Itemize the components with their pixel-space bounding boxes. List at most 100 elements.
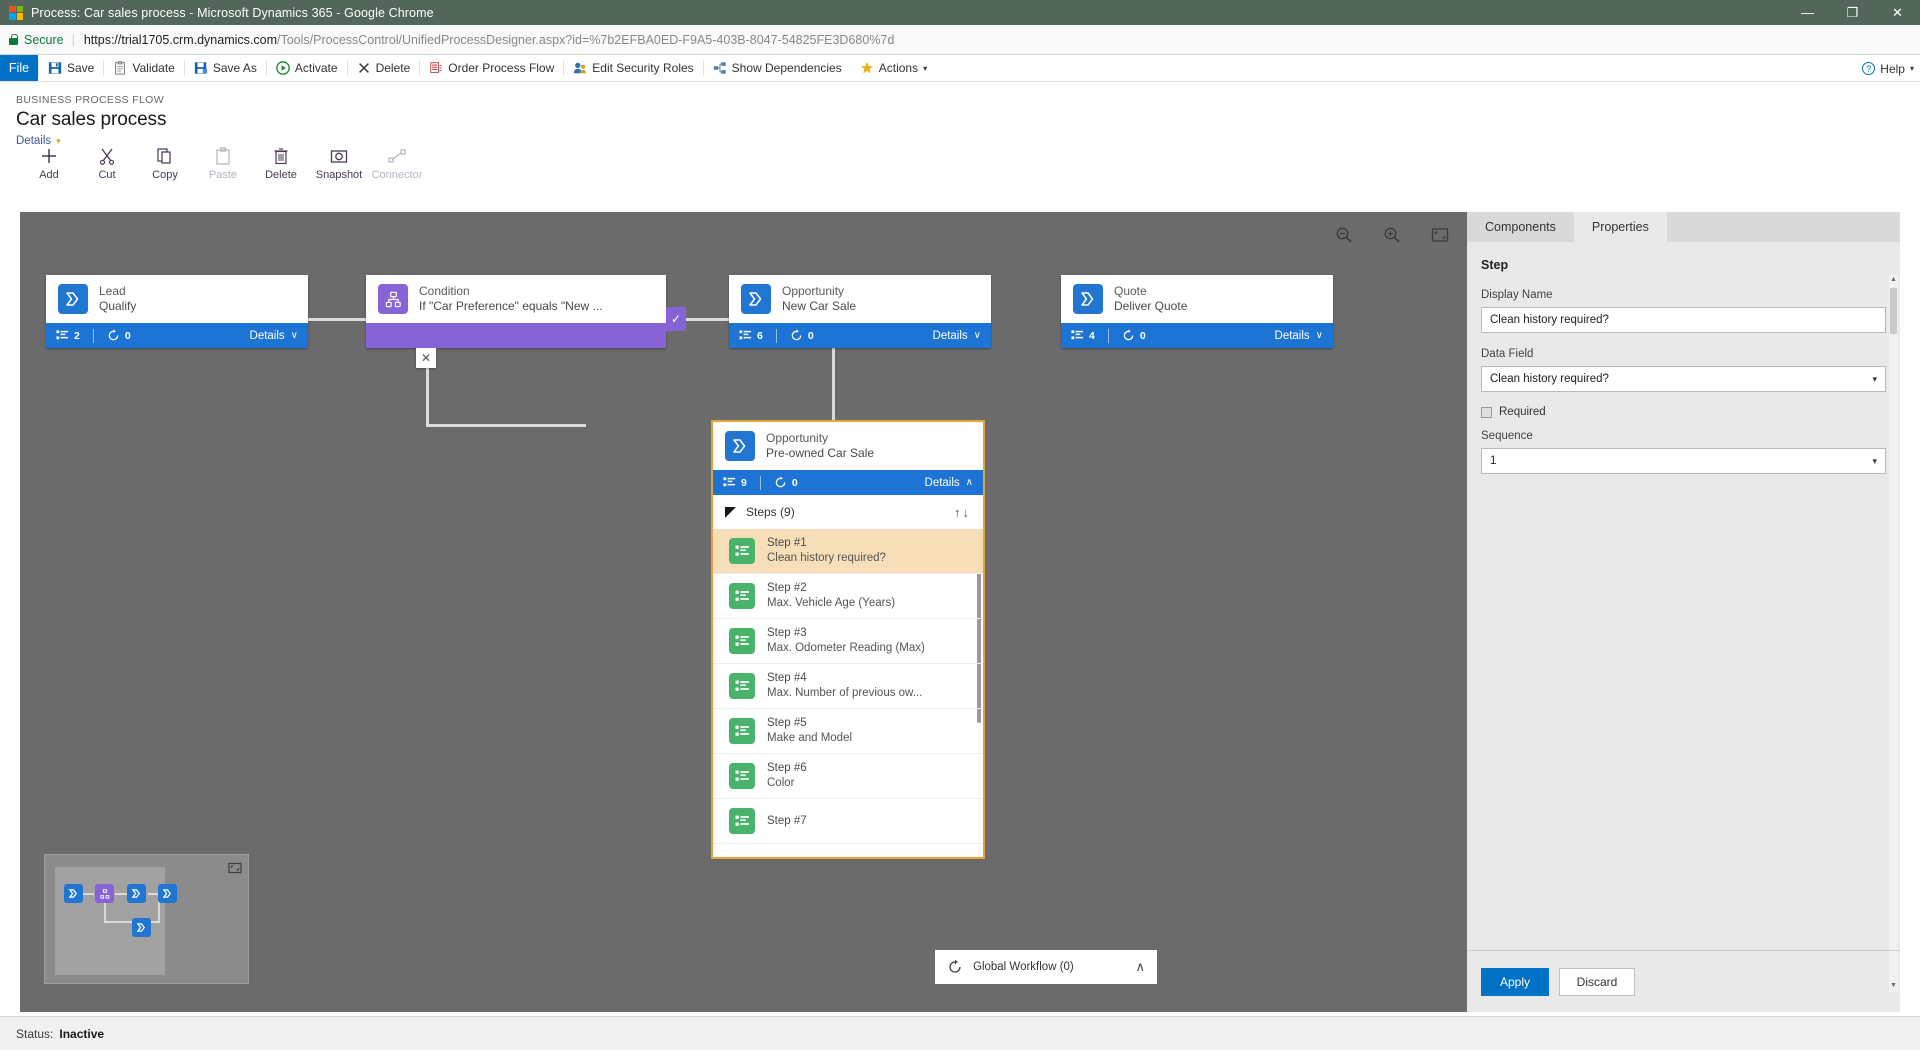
step-name: Max. Odometer Reading (Max) <box>767 642 925 654</box>
arrow-down-icon[interactable]: ↓ <box>963 505 972 520</box>
command-label: Delete <box>375 61 411 75</box>
condition-true-badge[interactable]: ✓ <box>666 307 686 331</box>
step-text: Step #7 <box>767 814 807 829</box>
toolbar-add-button[interactable]: Add <box>20 144 78 181</box>
copy-icon <box>157 148 171 164</box>
zoom-in-icon <box>1384 227 1400 243</box>
stage-card-preowned-car-sale[interactable]: Opportunity Pre-owned Car Sale 9 0 Detai… <box>711 420 985 859</box>
stage-details-toggle[interactable]: Details ∨ <box>933 330 981 342</box>
required-checkbox[interactable] <box>1481 406 1492 418</box>
discard-button[interactable]: Discard <box>1559 967 1635 996</box>
stage-card-lead[interactable]: Lead Qualify 2 0 Details ∨ <box>46 275 308 348</box>
stage-entity-icon <box>725 431 755 461</box>
steps-list-icon <box>723 477 736 487</box>
chevron-down-icon: ▾ <box>1872 455 1877 466</box>
chevron-down-icon: ▾ <box>923 63 928 73</box>
step-name: Color <box>767 777 795 789</box>
step-row-3[interactable]: Step #3 Max. Odometer Reading (Max) <box>713 619 983 664</box>
steps-header-label: Steps (9) <box>746 505 795 519</box>
actions-icon <box>860 61 873 74</box>
command-save[interactable]: Save <box>39 55 103 81</box>
apply-button[interactable]: Apply <box>1481 967 1549 996</box>
required-checkbox-row[interactable]: Required <box>1481 406 1886 418</box>
zoom-out-button[interactable] <box>1333 224 1355 246</box>
workflow-refresh-icon <box>791 329 802 341</box>
step-number: Step #7 <box>767 814 807 827</box>
data-field-label: Data Field <box>1481 348 1534 360</box>
steps-list-icon <box>735 770 749 781</box>
stage-entity-name: Quote <box>1114 283 1147 298</box>
scissors-icon <box>99 148 115 165</box>
minimap-node-quote <box>158 884 177 903</box>
stage-card-new-car-sale[interactable]: Opportunity New Car Sale 6 0 Details ∨ <box>729 275 991 348</box>
command-edit-security-roles[interactable]: Edit Security Roles <box>564 55 702 81</box>
stage-details-toggle[interactable]: Details ∨ <box>250 330 298 342</box>
command-activate[interactable]: Activate <box>267 55 347 81</box>
step-row-2[interactable]: Step #2 Max. Vehicle Age (Years) <box>713 574 983 619</box>
process-designer-canvas[interactable]: Lead Qualify 2 0 Details ∨ Condition If … <box>20 212 1467 1012</box>
close-button[interactable]: ✕ <box>1875 0 1920 25</box>
steps-count-value: 4 <box>1089 329 1095 342</box>
tab-properties[interactable]: Properties <box>1573 212 1667 242</box>
step-row-7[interactable]: Step #7 <box>713 799 983 844</box>
toolbar-snapshot-button[interactable]: Snapshot <box>310 144 368 181</box>
step-row-6[interactable]: Step #6 Color <box>713 754 983 799</box>
workflow-refresh-icon <box>775 476 786 488</box>
zoom-in-button[interactable] <box>1381 224 1403 246</box>
command-show-dependencies[interactable]: Show Dependencies <box>704 55 851 81</box>
command-actions[interactable]: Actions ▾ <box>851 55 936 81</box>
lock-icon <box>8 33 19 46</box>
stage-details-toggle[interactable]: Details ∨ <box>1275 330 1323 342</box>
step-row-4[interactable]: Step #4 Max. Number of previous ow... <box>713 664 983 709</box>
stage-card-deliver-quote[interactable]: Quote Deliver Quote 4 0 Details ∨ <box>1061 275 1333 348</box>
global-workflow-bar[interactable]: Global Workflow (0) ∧ <box>935 950 1157 984</box>
command-validate[interactable]: Validate <box>104 55 183 81</box>
minimize-button[interactable]: — <box>1785 0 1830 25</box>
footer-divider <box>759 475 761 490</box>
help-button[interactable]: ? Help ▾ <box>1862 55 1914 82</box>
save-icon <box>48 62 62 74</box>
step-row-1[interactable]: Step #1 Clean history required? <box>713 529 983 574</box>
canvas-zoom-controls <box>1333 224 1451 246</box>
panel-scrollbar[interactable]: ▲ ▼ <box>1889 274 1898 992</box>
command-label: Save <box>67 61 95 75</box>
data-field-select[interactable]: Clean history required? ▾ <box>1481 366 1886 392</box>
scroll-up-arrow[interactable]: ▲ <box>1889 274 1898 286</box>
workflow-count-value: 0 <box>807 329 814 342</box>
condition-false-badge[interactable]: ✕ <box>416 348 436 368</box>
step-row-5[interactable]: Step #5 Make and Model <box>713 709 983 754</box>
command-delete[interactable]: Delete <box>348 55 420 81</box>
toolbar-connector-button[interactable]: Connector <box>368 144 426 181</box>
stage-footer: 6 0 Details ∨ <box>729 323 991 348</box>
stage-card-condition[interactable]: Condition If "Car Preference" equals "Ne… <box>366 275 666 348</box>
browser-address-bar[interactable]: Secure | https://trial1705.crm.dynamics.… <box>0 25 1920 55</box>
stage-text: Opportunity Pre-owned Car Sale <box>766 431 874 462</box>
fit-to-screen-icon <box>1431 228 1449 242</box>
expand-minimap-icon[interactable] <box>228 861 242 875</box>
steps-reorder-controls[interactable]: ↑↓ <box>954 505 971 520</box>
file-menu-button[interactable]: File <box>0 55 38 81</box>
command-save-as[interactable]: Save As <box>185 55 266 81</box>
display-name-input[interactable]: Clean history required? <box>1481 307 1886 333</box>
scrollbar-thumb[interactable] <box>1890 288 1897 334</box>
canvas-minimap[interactable] <box>44 854 249 984</box>
command-order-process-flow[interactable]: Order Process Flow <box>420 55 563 81</box>
fit-to-screen-button[interactable] <box>1429 224 1451 246</box>
toolbar-cut-button[interactable]: Cut <box>78 144 136 181</box>
toolbar-delete-button[interactable]: Delete <box>252 144 310 181</box>
toolbar-copy-button[interactable]: Copy <box>136 144 194 181</box>
toolbar-label: Cut <box>98 169 116 181</box>
details-label: Details <box>932 329 968 342</box>
chevron-up-icon[interactable]: ∧ <box>1135 959 1145 975</box>
tab-components[interactable]: Components <box>1467 212 1574 242</box>
arrow-up-icon[interactable]: ↑ <box>954 505 963 520</box>
maximize-button[interactable]: ❐ <box>1830 0 1875 25</box>
collapse-triangle-icon[interactable] <box>725 506 736 518</box>
steps-panel: Steps (9) ↑↓ Step #1 Clean history requi… <box>713 495 983 857</box>
step-icon <box>729 583 755 609</box>
stage-details-toggle[interactable]: Details ∧ <box>925 477 973 489</box>
steps-list-icon <box>735 815 749 826</box>
windows-logo-icon <box>9 5 23 20</box>
sequence-select[interactable]: 1 ▾ <box>1481 448 1886 474</box>
toolbar-paste-button[interactable]: Paste <box>194 144 252 181</box>
